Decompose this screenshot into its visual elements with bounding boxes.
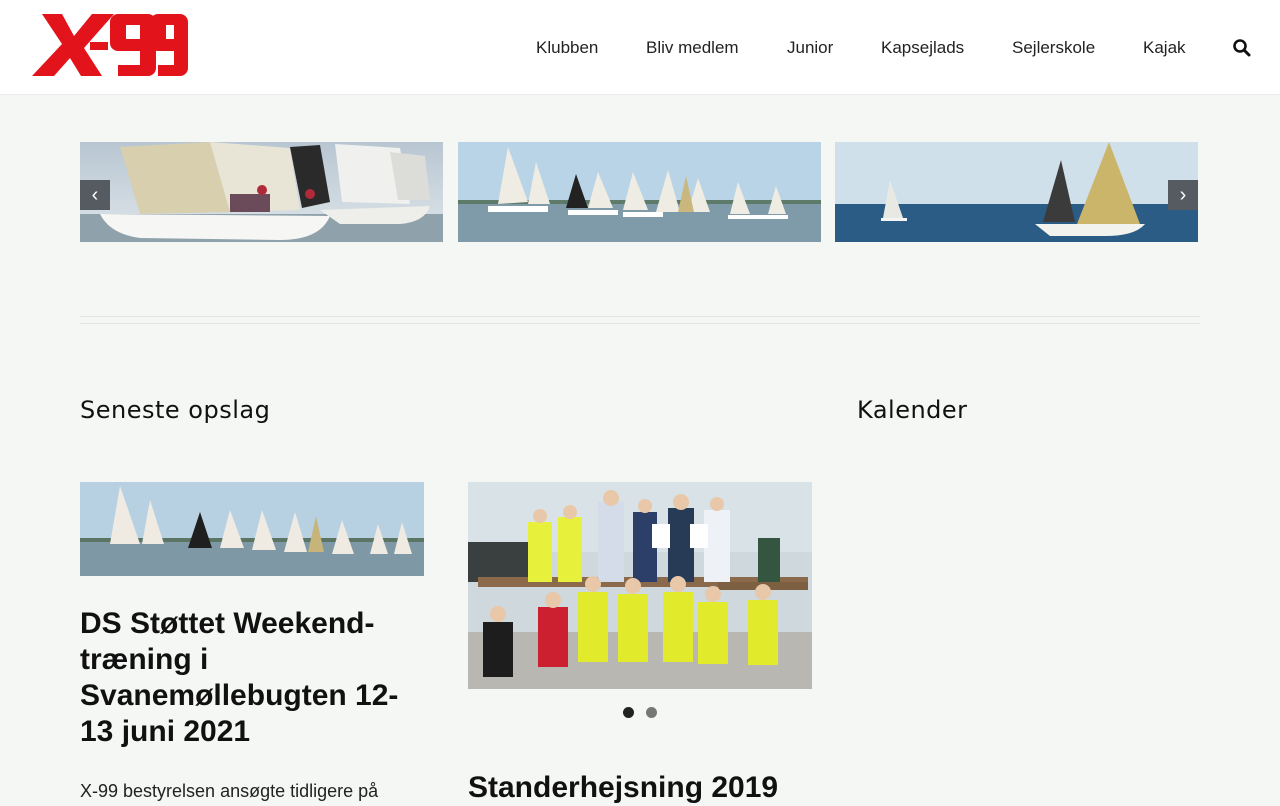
chevron-left-icon: ‹ xyxy=(91,184,99,206)
slider-prev-button[interactable]: ‹ xyxy=(80,180,110,210)
carousel-dot-2[interactable] xyxy=(646,707,657,718)
slider-next-button[interactable]: › xyxy=(1168,180,1198,210)
post-title-2[interactable]: Standerhejsning 2019 xyxy=(468,770,778,806)
section-divider-bottom xyxy=(80,323,1200,324)
slide-image-2[interactable] xyxy=(458,142,821,242)
post-thumbnail-1[interactable] xyxy=(80,482,424,576)
slide-image-1[interactable] xyxy=(80,142,443,242)
nav-item-kajak[interactable]: Kajak xyxy=(1143,37,1186,59)
post-thumbnail-2[interactable] xyxy=(468,482,812,689)
nav-item-bliv-medlem[interactable]: Bliv medlem xyxy=(646,37,739,59)
main-nav: Klubben Bliv medlem Junior Kapsejlads Se… xyxy=(0,37,1280,59)
nav-item-klubben[interactable]: Klubben xyxy=(536,37,598,59)
image-slider: ‹ › xyxy=(80,142,1200,242)
site-header: Klubben Bliv medlem Junior Kapsejlads Se… xyxy=(0,0,1280,94)
search-icon[interactable] xyxy=(1232,38,1252,58)
section-divider-top xyxy=(80,316,1200,317)
latest-posts-heading: Seneste opslag xyxy=(80,396,271,424)
carousel-dot-1[interactable] xyxy=(623,707,634,718)
post-excerpt-1: X-99 bestyrelsen ansøgte tidligere på xyxy=(80,781,379,801)
calendar-heading: Kalender xyxy=(857,396,968,424)
post-title-1[interactable]: DS Støttet Weekend-træning i Svanemølleb… xyxy=(80,606,420,750)
chevron-right-icon: › xyxy=(1179,184,1187,206)
nav-item-kapsejlads[interactable]: Kapsejlads xyxy=(881,37,964,59)
nav-item-junior[interactable]: Junior xyxy=(787,37,833,59)
nav-item-sejlerskole[interactable]: Sejlerskole xyxy=(1012,37,1095,59)
slide-image-3[interactable] xyxy=(835,142,1198,242)
